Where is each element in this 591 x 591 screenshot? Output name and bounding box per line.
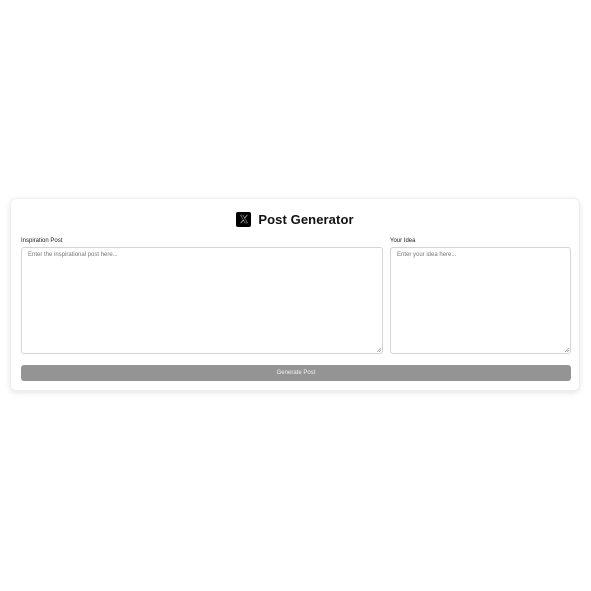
your-idea-label: Your Idea — [390, 238, 416, 244]
your-idea-wrapper — [390, 247, 571, 354]
generate-post-button[interactable]: Generate Post — [21, 365, 571, 381]
inspiration-post-label: Inspiration Post — [21, 238, 63, 244]
your-idea-textarea[interactable] — [390, 247, 571, 354]
page-title: Post Generator — [258, 211, 354, 227]
inspiration-post-wrapper — [21, 247, 383, 354]
x-logo-icon — [236, 211, 252, 227]
post-generator-card: Post Generator Inspiration Post Your Ide… — [10, 198, 580, 391]
inspiration-post-textarea[interactable] — [21, 247, 383, 354]
card-header: Post Generator — [11, 209, 579, 229]
